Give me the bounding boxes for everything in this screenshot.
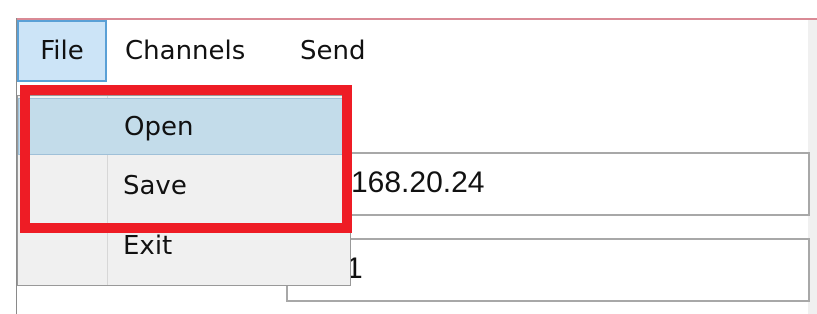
ip-address-field[interactable]: 168.20.24 xyxy=(286,152,810,216)
file-menu-dropdown: Open Save Exit xyxy=(17,95,351,286)
menu-item-save[interactable]: Save xyxy=(18,158,350,215)
menu-send[interactable]: Send xyxy=(300,20,390,82)
menu-item-label: Save xyxy=(123,171,187,201)
menu-file[interactable]: File xyxy=(17,20,107,82)
menu-channels[interactable]: Channels xyxy=(125,20,275,82)
menu-item-label: Open xyxy=(124,112,194,142)
app-window: File Channels Send 168.20.24 1 Open Save… xyxy=(0,0,817,314)
menu-item-open[interactable]: Open xyxy=(18,98,350,155)
menu-item-label: Exit xyxy=(123,231,173,261)
menu-bar: File Channels Send xyxy=(17,20,809,82)
menu-item-exit[interactable]: Exit xyxy=(18,218,350,275)
port-field[interactable]: 1 xyxy=(286,238,810,302)
